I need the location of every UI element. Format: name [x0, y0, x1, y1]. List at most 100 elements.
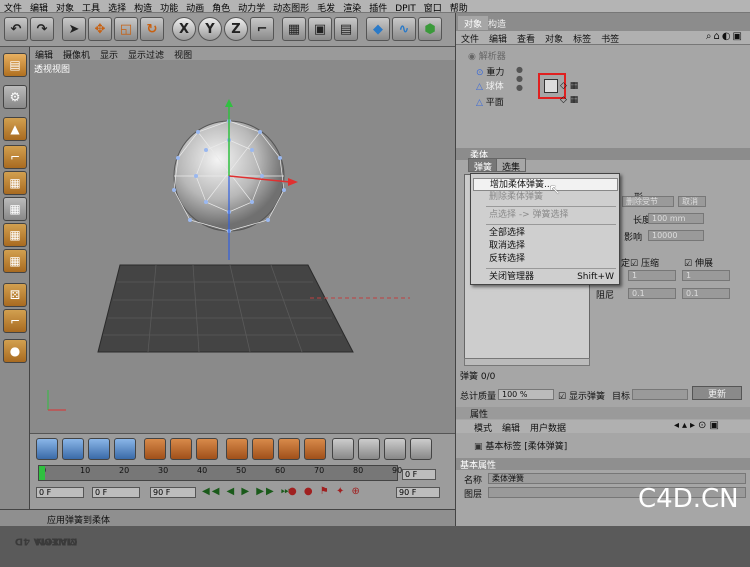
tab-selection[interactable]: 选集 [496, 158, 527, 173]
object-row-gravity[interactable]: ⊙ 重力 [476, 65, 504, 79]
redo-icon[interactable]: ↷ [30, 17, 54, 41]
snap-icon[interactable]: ⚄ [3, 283, 27, 307]
menu-item-2[interactable]: 对象 [52, 0, 78, 14]
menu-item-12[interactable]: 渲染 [339, 0, 365, 14]
edges-mode-icon[interactable]: ▦ [3, 223, 27, 247]
show-spring-checkbox[interactable]: ☑ 显示弹簧 [558, 389, 605, 402]
perspective-viewport[interactable]: 透视视图 [30, 60, 455, 433]
object-menu-item-2[interactable]: 查看 [512, 31, 540, 46]
render-active-icon[interactable] [358, 438, 380, 460]
menu-item-8[interactable]: 角色 [208, 0, 234, 14]
menu-item-10[interactable]: 动态图形 [269, 0, 313, 14]
attr-menu-item-1[interactable]: 编辑 [497, 420, 525, 434]
frame-min-field[interactable]: 0 F [92, 487, 140, 498]
menu-item-0[interactable]: 文件 [0, 0, 26, 14]
menu-item-9[interactable]: 动力学 [234, 0, 269, 14]
length-field[interactable]: 100 mm [648, 213, 704, 224]
update-button[interactable]: 更新 [692, 386, 742, 400]
total-mass-field[interactable]: 100 % [498, 389, 554, 400]
plane-tag-icons[interactable]: ◇ ▦ [560, 95, 578, 105]
menu-item-close-manager[interactable]: 关闭管理器 Shift+W [473, 271, 618, 284]
team-render-icon[interactable] [410, 438, 432, 460]
menu-item-select-all[interactable]: 全部选择 [473, 227, 618, 240]
menu-item-6[interactable]: 功能 [156, 0, 182, 14]
timeline-ruler[interactable]: 0102030405060708090 [38, 465, 402, 481]
menu-item-add-spring[interactable]: 增加柔体弹簧... [473, 178, 618, 191]
attr-menu-item-0[interactable]: 模式 [456, 420, 497, 434]
menu-item-point-to-spring[interactable]: 点选择 -> 弹簧选择 [473, 209, 618, 222]
damping-stretch-field[interactable]: 0.1 [682, 288, 730, 299]
influence-field[interactable]: 10000 [648, 230, 704, 241]
tab-spring[interactable]: 弹簧 [468, 158, 499, 173]
world-coords-icon[interactable]: ⌐ [250, 17, 274, 41]
menu-item-invert[interactable]: 反转选择 [473, 253, 618, 266]
texture-mode-icon[interactable]: ⌐ [3, 145, 27, 169]
spline-icon[interactable]: ∿ [392, 17, 416, 41]
workplane-icon[interactable]: ▦ [3, 171, 27, 195]
menu-item-15[interactable]: 窗口 [420, 0, 446, 14]
menu-item-11[interactable]: 毛发 [313, 0, 339, 14]
y-axis-icon[interactable]: Y [198, 17, 222, 41]
simulate-icon[interactable] [144, 438, 166, 460]
stretch-checkbox[interactable]: ☑ 伸展 [684, 256, 713, 269]
hair-icon[interactable] [226, 438, 248, 460]
damping-compress-field[interactable]: 0.1 [628, 288, 676, 299]
object-menu-item-0[interactable]: 文件 [456, 31, 484, 46]
tab-construct[interactable]: 构造 [482, 16, 512, 30]
record-path-icon[interactable] [88, 438, 110, 460]
compress-checkbox[interactable]: ☑ 压缩 [630, 256, 659, 269]
motion-clip-icon[interactable] [62, 438, 84, 460]
visibility-dots[interactable]: ● ● ● [516, 65, 523, 92]
menu-item-7[interactable]: 动画 [182, 0, 208, 14]
frame-start-field[interactable]: 0 F [36, 487, 84, 498]
object-manager-nav-icons[interactable]: ⌕⌂◐▣ [706, 31, 744, 42]
object-menu-item-3[interactable]: 对象 [540, 31, 568, 46]
cancel-button[interactable]: 取消 [678, 196, 706, 207]
nurbs-icon[interactable]: ⬢ [418, 17, 442, 41]
select-arrow-icon[interactable]: ➤ [62, 17, 86, 41]
render-picture-icon[interactable]: ▣ [308, 17, 332, 41]
object-menu-item-1[interactable]: 编辑 [484, 31, 512, 46]
frame-end-field[interactable]: 90 F [396, 487, 440, 498]
target-field[interactable] [632, 389, 688, 400]
render-view-icon[interactable]: ▦ [282, 17, 306, 41]
menu-item-4[interactable]: 选择 [104, 0, 130, 14]
object-menu-item-5[interactable]: 书签 [596, 31, 624, 46]
undo-icon[interactable]: ↶ [4, 17, 28, 41]
attr-menu-item-2[interactable]: 用户数据 [525, 420, 571, 434]
menu-item-16[interactable]: 帮助 [446, 0, 472, 14]
fracture-icon[interactable] [304, 438, 326, 460]
menu-item-3[interactable]: 工具 [78, 0, 104, 14]
polygons-mode-icon[interactable]: ▦ [3, 249, 27, 273]
tag-icons[interactable]: ◇ ▦ [560, 81, 578, 91]
soft-body-tag-icon[interactable] [544, 79, 558, 93]
dynamics-icon[interactable] [196, 438, 218, 460]
mograph-icon[interactable] [252, 438, 274, 460]
current-frame-field[interactable]: 0 F [402, 469, 436, 480]
object-menu-item-4[interactable]: 标签 [568, 31, 596, 46]
attributes-nav-icons[interactable]: ◂▴▸⊙▣ [674, 420, 722, 431]
object-row-analyzer[interactable]: ◉ 解析器 [468, 49, 506, 63]
model-mode-icon[interactable]: ▲ [3, 117, 27, 141]
x-axis-icon[interactable]: X [172, 17, 196, 41]
make-editable-icon[interactable]: ⚙ [3, 85, 27, 109]
z-axis-icon[interactable]: Z [224, 17, 248, 41]
record-controls[interactable]: ● ● ⚑ ✦ ⊕ [288, 486, 362, 497]
stiffness-compress-field[interactable]: 1 [628, 270, 676, 281]
sculpt-icon[interactable]: ● [3, 339, 27, 363]
effector-icon[interactable] [278, 438, 300, 460]
object-row-sphere[interactable]: △ 球体 [476, 79, 504, 93]
keyframe-mode-icon[interactable] [36, 438, 58, 460]
stiffness-stretch-field[interactable]: 1 [682, 270, 730, 281]
menu-item-5[interactable]: 构造 [130, 0, 156, 14]
points-mode-icon[interactable]: ▦ [3, 197, 27, 221]
viewport-layout-icon[interactable]: ▤ [3, 53, 27, 77]
delete-button[interactable]: 删除受节 [622, 196, 674, 207]
list-scrollbar[interactable] [464, 358, 590, 366]
axis-mode-icon[interactable]: ⌐ [3, 309, 27, 333]
menu-item-1[interactable]: 编辑 [26, 0, 52, 14]
playback-controls[interactable]: ◀◀ ◀ ▶ ▶▶ ⏭ [202, 486, 292, 497]
render-region-icon[interactable] [384, 438, 406, 460]
name-field[interactable]: 柔体弹簧 [488, 473, 746, 484]
move-icon[interactable]: ✥ [88, 17, 112, 41]
